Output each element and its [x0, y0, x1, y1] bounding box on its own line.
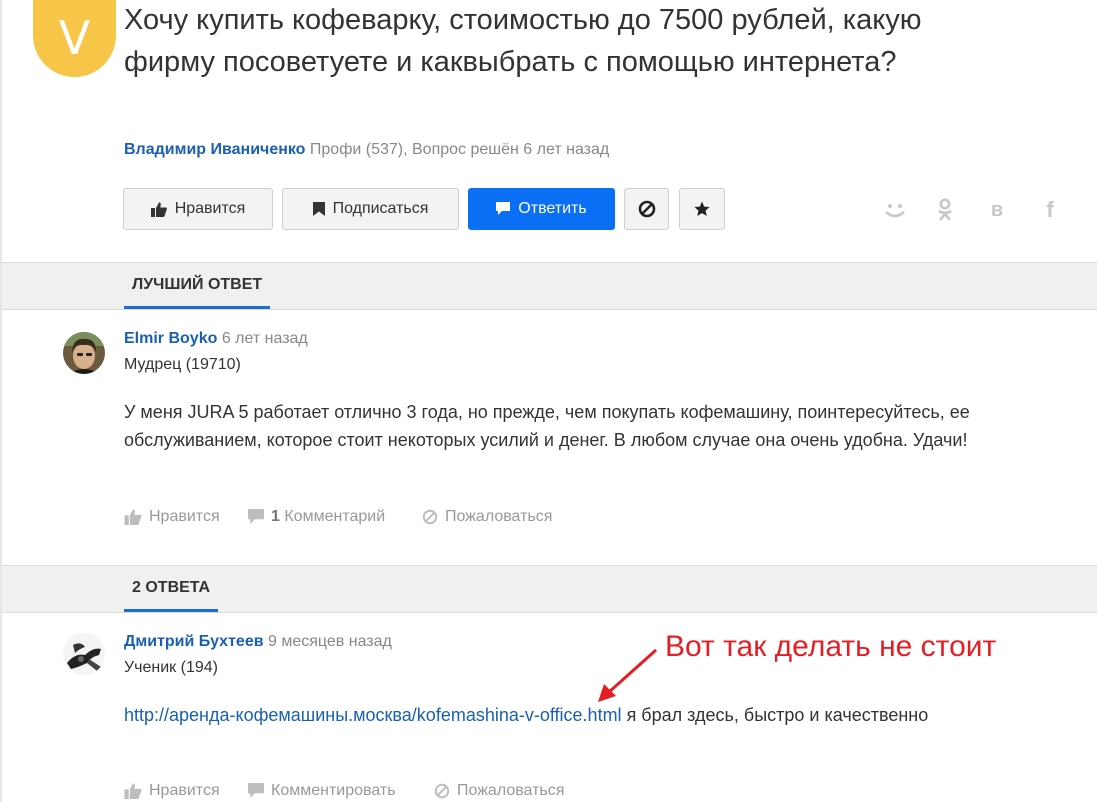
block-icon	[422, 509, 438, 525]
answer-1-report-label: Пожаловаться	[457, 782, 565, 799]
comment-icon	[496, 202, 511, 215]
favorite-button[interactable]	[679, 188, 725, 230]
best-answer-time: 6 лет назад	[221, 330, 308, 347]
best-answer-author-link[interactable]: Elmir Boyko	[124, 330, 217, 347]
question-meta-text: Профи (537), Вопрос решён 6 лет назад	[309, 141, 610, 158]
best-answer-like-action[interactable]: Нравится	[124, 508, 220, 526]
vk-icon[interactable]: в	[984, 197, 1010, 223]
answers-header: 2 ОТВЕТА	[2, 565, 1097, 613]
mailru-icon[interactable]	[882, 197, 908, 223]
best-answer-like-label: Нравится	[149, 508, 220, 525]
bookmark-icon	[312, 202, 325, 216]
best-answer-report-action[interactable]: Пожаловаться	[422, 508, 552, 526]
answer-1-text: http://аренда-кофемашины.москва/kofemash…	[124, 701, 944, 729]
answer-1-rank: Ученик (194)	[124, 659, 218, 676]
question-author-link[interactable]: Владимир Иваниченко	[124, 141, 305, 158]
best-answer-text: У меня JURA 5 работает отлично 3 года, н…	[124, 402, 970, 450]
best-answer-rank: Мудрец (19710)	[124, 356, 241, 373]
page-left-border	[0, 0, 2, 802]
best-answer-tab[interactable]: ЛУЧШИЙ ОТВЕТ	[124, 263, 271, 309]
answer-1-link[interactable]: http://аренда-кофемашины.москва/kofemash…	[124, 705, 622, 725]
answer-1-time: 9 месяцев назад	[268, 633, 392, 650]
best-answer-comments-count: 1	[271, 508, 280, 525]
question-title: Хочу купить кофеварку, стоимостью до 750…	[124, 4, 922, 78]
answer-1-like-label: Нравится	[149, 782, 220, 799]
thumbs-up-icon	[124, 509, 142, 525]
answer-1-comment-label: Комментировать	[271, 782, 396, 799]
answers-tab[interactable]: 2 ОТВЕТА	[124, 566, 219, 612]
like-button[interactable]: Нравится	[123, 188, 273, 230]
subscribe-button-label: Подписаться	[332, 200, 429, 217]
dmitry-avatar[interactable]	[63, 633, 105, 675]
best-answer-report-label: Пожаловаться	[445, 508, 553, 525]
odnoklassniki-icon[interactable]	[932, 197, 958, 223]
question-meta: Владимир Иваниченко Профи (537), Вопрос …	[124, 141, 609, 159]
best-answer-comments-action[interactable]: 1 Комментарий	[248, 508, 385, 526]
question-author-avatar[interactable]: V	[33, 0, 116, 77]
answer-1-comment-action[interactable]: Комментировать	[248, 782, 396, 800]
subscribe-button[interactable]: Подписаться	[282, 188, 459, 230]
elmir-avatar[interactable]	[63, 332, 105, 374]
answer-1-like-action[interactable]: Нравится	[124, 782, 220, 800]
block-icon	[638, 200, 655, 218]
answer-1-author-link[interactable]: Дмитрий Бухтеев	[124, 633, 264, 650]
facebook-icon[interactable]: f	[1037, 197, 1063, 223]
annotation-arrow-icon	[598, 648, 658, 702]
like-button-label: Нравится	[174, 200, 246, 217]
annotation-text: Вот так делать не стоит	[665, 630, 997, 663]
avatar-letter: V	[58, 10, 91, 65]
comment-icon	[248, 783, 264, 798]
block-icon	[434, 783, 450, 799]
reply-button-label: Ответить	[518, 200, 587, 217]
best-answer-comments-label: Комментарий	[284, 508, 386, 525]
thumbs-up-icon	[124, 783, 142, 799]
star-icon	[694, 201, 710, 216]
answer-1-report-action[interactable]: Пожаловаться	[434, 782, 564, 800]
best-answer-meta: Elmir Boyko 6 лет назад	[124, 330, 308, 348]
best-answer-header: ЛУЧШИЙ ОТВЕТ	[2, 262, 1097, 310]
thumbs-up-icon	[150, 202, 167, 217]
reply-button[interactable]: Ответить	[468, 188, 615, 230]
comment-icon	[248, 509, 264, 524]
answer-1-meta: Дмитрий Бухтеев 9 месяцев назад	[124, 633, 392, 651]
block-button[interactable]	[624, 188, 669, 230]
